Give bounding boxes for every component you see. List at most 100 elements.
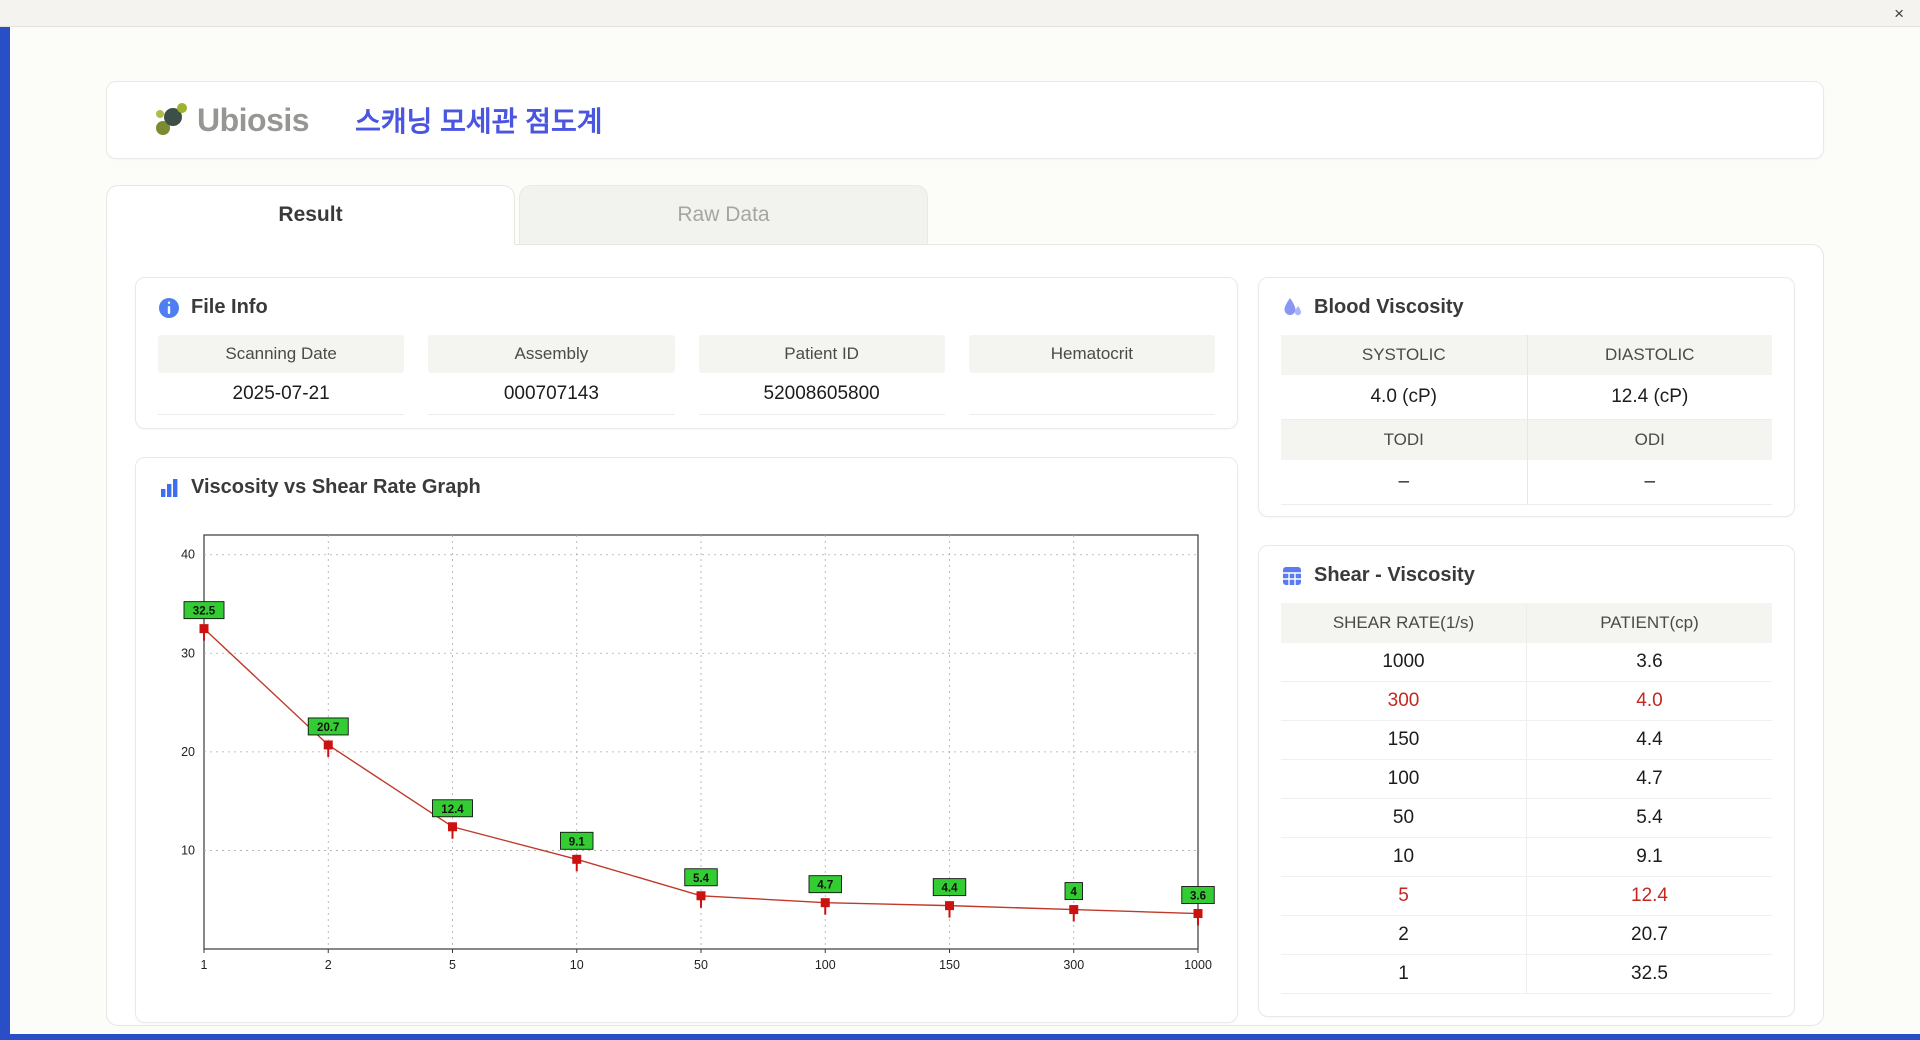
patient-cell: 20.7 bbox=[1526, 915, 1772, 955]
patient-cell: 4.0 bbox=[1526, 681, 1772, 721]
ubiosis-logo-icon bbox=[151, 101, 191, 139]
table-row-highlight: 300 4.0 bbox=[1281, 681, 1772, 721]
svg-text:10: 10 bbox=[181, 843, 195, 857]
field-assembly: Assembly 000707143 bbox=[428, 335, 675, 415]
table-row: 1000 3.6 bbox=[1281, 643, 1772, 682]
shear-viscosity-table: SHEAR RATE(1/s) PATIENT(cp) 1000 3.6 300 bbox=[1281, 603, 1772, 994]
shear-cell: 50 bbox=[1281, 798, 1527, 838]
shear-cell: 100 bbox=[1281, 759, 1527, 799]
svg-text:1: 1 bbox=[201, 958, 208, 972]
patient-cell: 4.7 bbox=[1526, 759, 1772, 799]
shear-cell: 2 bbox=[1281, 915, 1527, 955]
viscosity-chart: 10 20 30 40 1 2 5 10 50 100 150 300 1000 32.5 20.7 12.4… bbox=[181, 534, 1215, 972]
app-surface: Ubiosis 스캐닝 모세관 점도계 Result Raw Data File… bbox=[10, 27, 1920, 1034]
patient-cell: 4.4 bbox=[1526, 720, 1772, 760]
field-hematocrit: Hematocrit bbox=[968, 335, 1215, 415]
svg-text:300: 300 bbox=[1063, 958, 1084, 972]
svg-text:20: 20 bbox=[181, 745, 195, 759]
shear-viscosity-card: Shear - Viscosity SHEAR RATE(1/s) PATIEN… bbox=[1258, 545, 1795, 1017]
svg-text:12.4: 12.4 bbox=[441, 804, 464, 816]
patient-cell: 12.4 bbox=[1526, 876, 1772, 916]
shear-viscosity-title-row: Shear - Viscosity bbox=[1281, 564, 1772, 587]
table-header-row: SHEAR RATE(1/s) PATIENT(cp) bbox=[1281, 603, 1772, 643]
file-info-fields: Scanning Date 2025-07-21 Assembly 000707… bbox=[158, 335, 1215, 415]
result-panel: File Info Scanning Date 2025-07-21 Assem… bbox=[106, 244, 1824, 1026]
info-icon bbox=[158, 297, 180, 319]
systolic-value: 4.0 (cP) bbox=[1281, 375, 1527, 420]
patient-cell: 32.5 bbox=[1526, 954, 1772, 994]
svg-text:100: 100 bbox=[815, 958, 836, 972]
table-row: 50 5.4 bbox=[1281, 798, 1772, 838]
svg-text:150: 150 bbox=[939, 958, 960, 972]
field-label: Scanning Date bbox=[158, 335, 405, 373]
svg-text:9.1: 9.1 bbox=[569, 836, 586, 848]
svg-text:5: 5 bbox=[449, 958, 456, 972]
svg-text:2: 2 bbox=[325, 958, 332, 972]
col-patient: PATIENT(cp) bbox=[1526, 603, 1772, 643]
page-title: 스캐닝 모세관 점도계 bbox=[355, 106, 603, 137]
blood-viscosity-grid: SYSTOLIC DIASTOLIC 4.0 (cP) 12.4 (cP) TO… bbox=[1281, 335, 1772, 505]
svg-text:1000: 1000 bbox=[1184, 958, 1212, 972]
table-row: 1 32.5 bbox=[1281, 954, 1772, 994]
todi-value: – bbox=[1281, 460, 1527, 505]
svg-text:3.6: 3.6 bbox=[1190, 891, 1206, 903]
tab-raw-data[interactable]: Raw Data bbox=[519, 185, 928, 245]
graph-title: Viscosity vs Shear Rate Graph bbox=[191, 476, 481, 498]
odi-label: ODI bbox=[1526, 420, 1772, 460]
svg-text:50: 50 bbox=[694, 958, 708, 972]
field-label: Hematocrit bbox=[968, 335, 1215, 373]
field-value: 000707143 bbox=[428, 373, 675, 415]
svg-text:5.4: 5.4 bbox=[693, 873, 710, 885]
window-close-button[interactable]: × bbox=[1894, 5, 1904, 22]
shear-cell: 5 bbox=[1281, 876, 1527, 916]
table-row-highlight: 5 12.4 bbox=[1281, 876, 1772, 916]
field-label: Assembly bbox=[428, 335, 675, 373]
file-info-card: File Info Scanning Date 2025-07-21 Assem… bbox=[135, 277, 1238, 429]
svg-text:20.7: 20.7 bbox=[317, 722, 339, 734]
table-row: 10 9.1 bbox=[1281, 837, 1772, 877]
field-patient-id: Patient ID 52008605800 bbox=[698, 335, 945, 415]
shear-cell: 1000 bbox=[1281, 643, 1527, 682]
svg-text:30: 30 bbox=[181, 646, 195, 660]
tab-result[interactable]: Result bbox=[106, 185, 515, 245]
table-row: 150 4.4 bbox=[1281, 720, 1772, 760]
shear-cell: 10 bbox=[1281, 837, 1527, 877]
field-value bbox=[968, 373, 1215, 415]
systolic-label: SYSTOLIC bbox=[1281, 335, 1527, 375]
shear-cell: 300 bbox=[1281, 681, 1527, 721]
shear-viscosity-title: Shear - Viscosity bbox=[1314, 564, 1475, 586]
droplet-icon bbox=[1281, 297, 1303, 319]
brand-name: Ubiosis bbox=[197, 101, 310, 138]
svg-text:32.5: 32.5 bbox=[193, 606, 216, 618]
blood-viscosity-card: Blood Viscosity SYSTOLIC DIASTOLIC 4.0 (… bbox=[1258, 277, 1795, 517]
todi-label: TODI bbox=[1281, 420, 1527, 460]
header-card: Ubiosis 스캐닝 모세관 점도계 bbox=[106, 81, 1824, 159]
file-info-title: File Info bbox=[191, 296, 268, 318]
chart-area: 10 20 30 40 1 2 5 10 50 100 150 300 1000 32.5 20.7 12.4… bbox=[158, 515, 1215, 990]
right-column: Blood Viscosity SYSTOLIC DIASTOLIC 4.0 (… bbox=[1258, 277, 1795, 1023]
field-scanning-date: Scanning Date 2025-07-21 bbox=[158, 335, 405, 415]
shear-cell: 1 bbox=[1281, 954, 1527, 994]
field-value: 2025-07-21 bbox=[158, 373, 405, 415]
viscosity-graph-card: Viscosity vs Shear Rate Graph 10 20 30 40 1 2… bbox=[135, 457, 1238, 1023]
field-value: 52008605800 bbox=[698, 373, 945, 415]
bar-chart-icon bbox=[158, 477, 180, 499]
svg-text:4.4: 4.4 bbox=[942, 883, 959, 895]
svg-text:40: 40 bbox=[181, 548, 195, 562]
table-row: 2 20.7 bbox=[1281, 915, 1772, 955]
table-row: 100 4.7 bbox=[1281, 759, 1772, 799]
graph-title-row: Viscosity vs Shear Rate Graph bbox=[158, 476, 1215, 499]
odi-value: – bbox=[1526, 460, 1772, 505]
table-grid-icon bbox=[1281, 565, 1303, 587]
svg-text:10: 10 bbox=[570, 958, 584, 972]
blood-viscosity-title-row: Blood Viscosity bbox=[1281, 296, 1772, 319]
window-titlebar: × bbox=[0, 0, 1920, 27]
svg-text:4: 4 bbox=[1071, 887, 1078, 899]
shear-cell: 150 bbox=[1281, 720, 1527, 760]
patient-cell: 9.1 bbox=[1526, 837, 1772, 877]
field-label: Patient ID bbox=[698, 335, 945, 373]
left-column: File Info Scanning Date 2025-07-21 Assem… bbox=[135, 277, 1238, 1023]
patient-cell: 5.4 bbox=[1526, 798, 1772, 838]
tab-bar: Result Raw Data bbox=[106, 185, 1824, 245]
brand: Ubiosis bbox=[151, 101, 310, 139]
